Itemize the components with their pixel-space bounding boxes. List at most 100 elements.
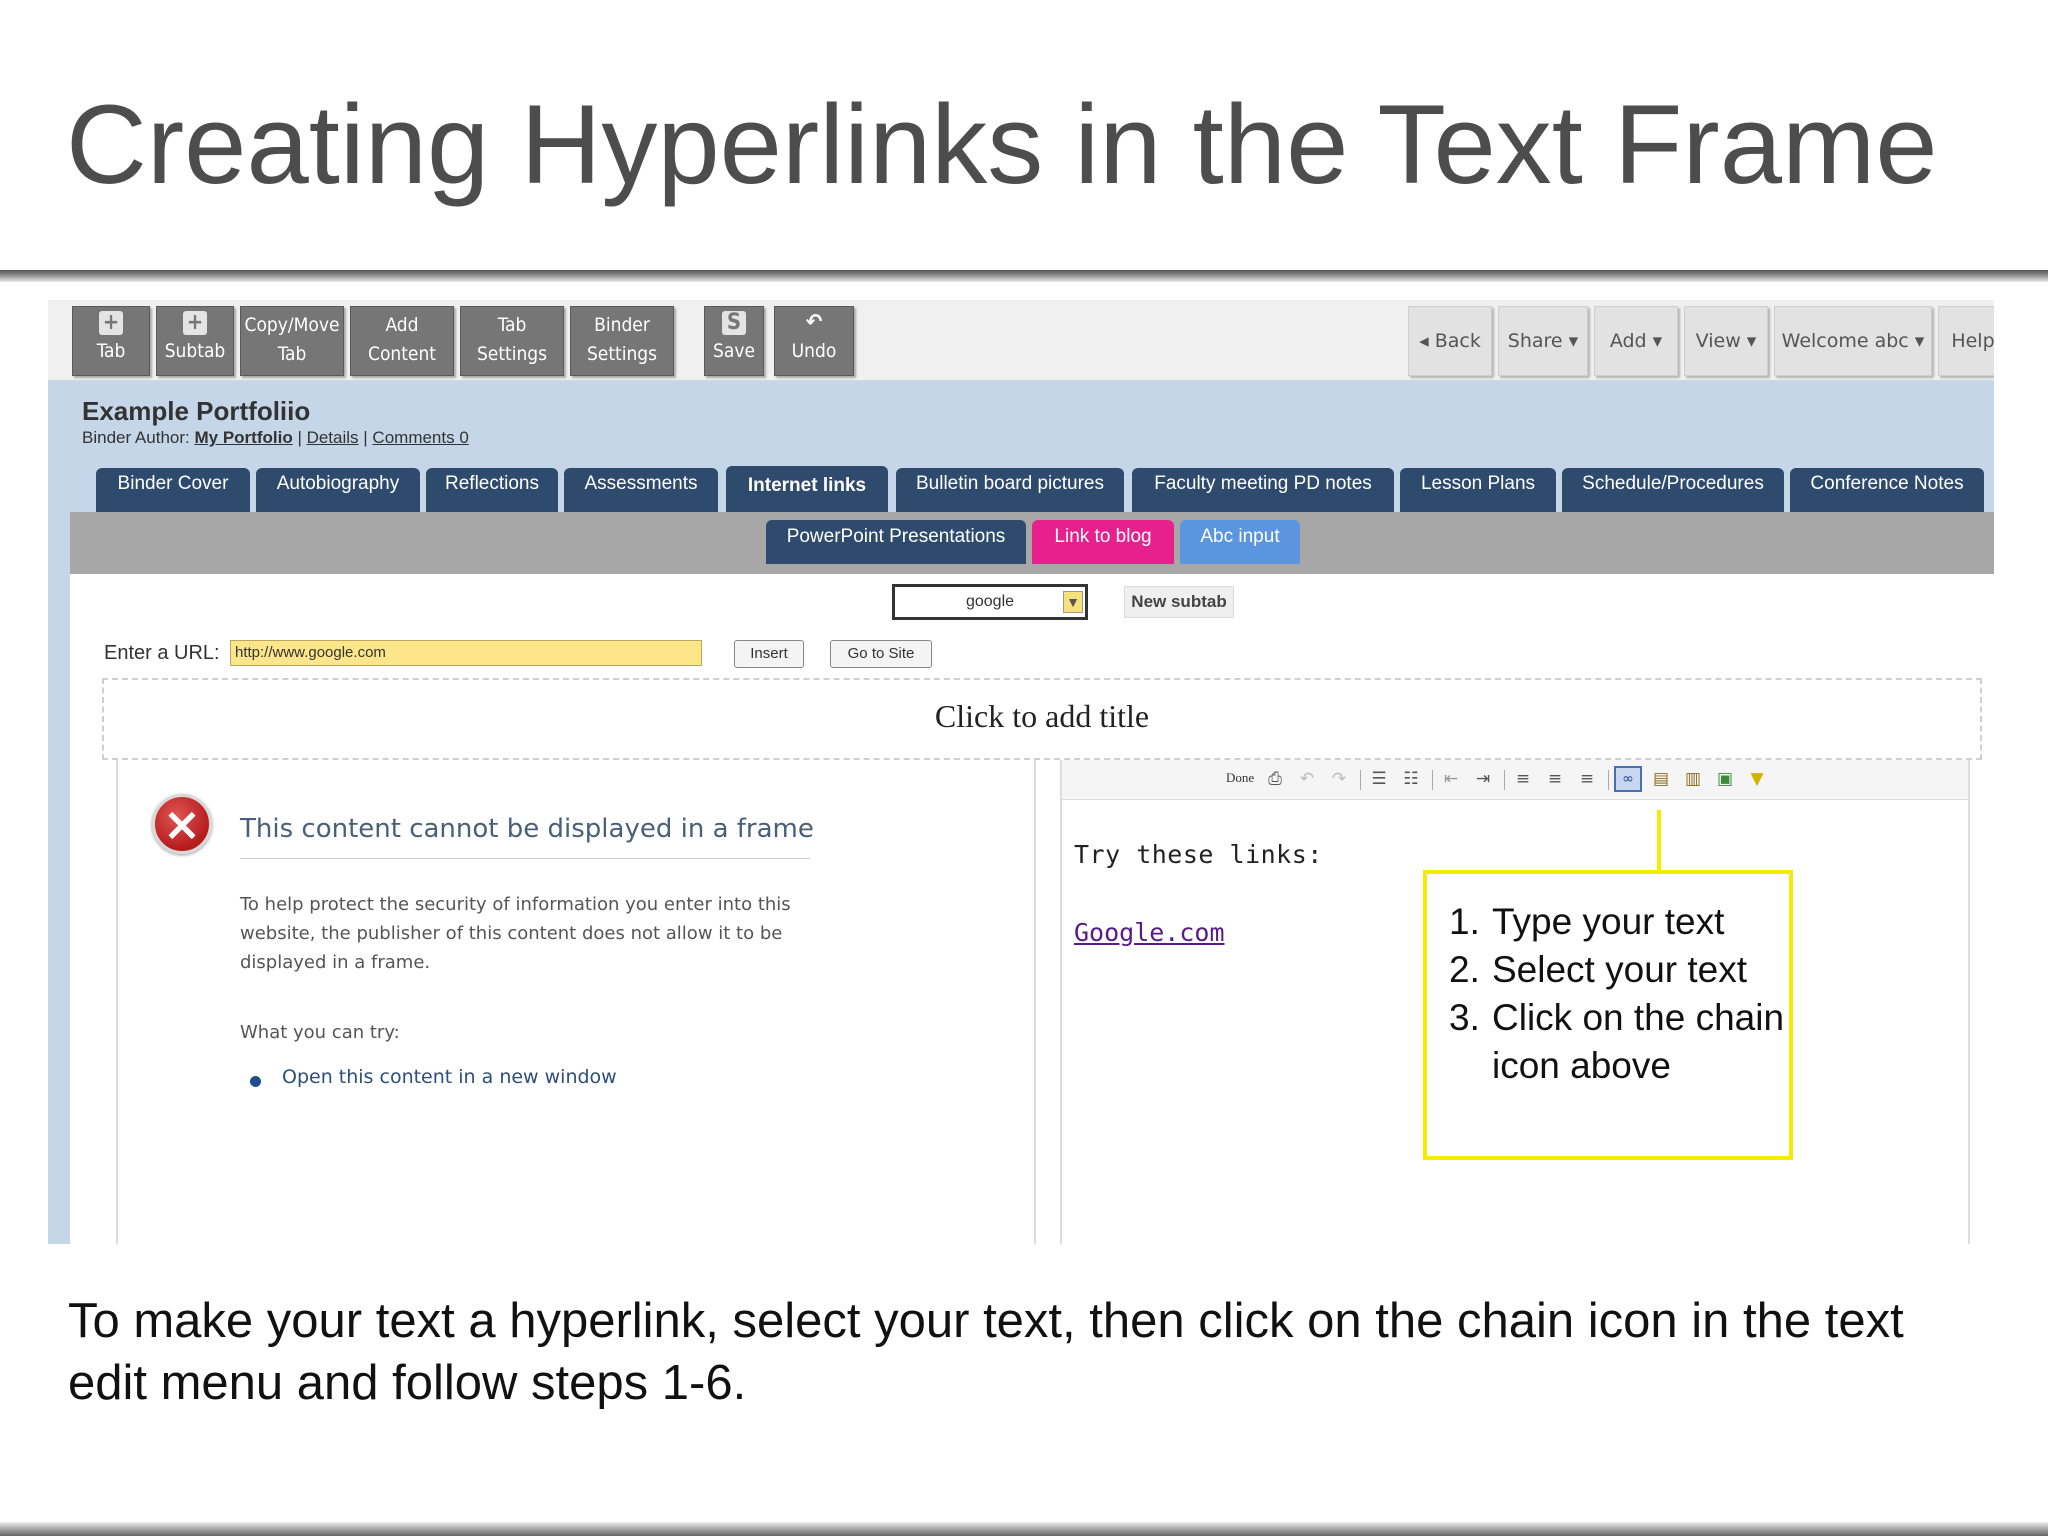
save-icon: S [722,311,746,335]
save-label: Save [713,340,755,362]
go-to-site-button[interactable]: Go to Site [830,640,932,668]
subtab-link-to-blog[interactable]: Link to blog [1032,520,1174,564]
comments-link[interactable]: Comments 0 [372,428,468,447]
tab-faculty-meeting[interactable]: Faculty meeting PD notes [1132,468,1394,512]
dropdown-value: google [965,593,1015,610]
app-toolbar: + Tab + Subtab Copy/Move Tab Add Content… [48,300,1994,382]
error-icon: × [152,794,212,854]
portfolio-title: Example Portfoliio [82,396,311,426]
undo-icon[interactable]: ↶ [1296,768,1318,790]
tab-binder-cover[interactable]: Binder Cover [96,468,250,512]
print-icon[interactable]: ⎙ [1264,768,1286,790]
more-options-icon[interactable]: ▼ [1746,768,1768,790]
outdent-icon[interactable]: ⇤ [1440,768,1462,790]
editor-toolbar: Done ⎙ ↶ ↷ ☰ ☷ ⇤ ⇥ ≡ ≡ ≡ ∞ ▤ ▥ ▣ ▼ [1062,760,1968,800]
steps-list: 1. Type your text 2. Select your text 3. Cl… [1449,898,1789,1090]
view-menu[interactable]: View ▾ [1684,306,1768,376]
title-placeholder: Click to add title [934,698,1150,734]
tab-autobiography[interactable]: Autobiography [256,468,420,512]
add-tab-label: Tab [96,340,126,362]
chain-link-icon[interactable]: ∞ [1614,766,1642,792]
error-try-label: What you can try: [240,1022,400,1043]
numbered-list-icon[interactable]: ☷ [1400,768,1422,790]
paste-icon[interactable]: ▤ [1650,768,1672,790]
url-input[interactable]: http://www.google.com [230,640,702,666]
author-link[interactable]: My Portfolio [194,428,292,447]
error-body: To help protect the security of informat… [240,894,791,973]
plus-icon: + [183,311,207,335]
slide-caption: To make your text a hyperlink, select yo… [68,1294,1904,1410]
toolbar-separator [1608,770,1609,790]
save-button[interactable]: S Save [704,306,764,376]
toolbar-separator [1432,770,1433,790]
back-button[interactable]: ◂ Back [1408,306,1492,376]
tab-lesson-plans[interactable]: Lesson Plans [1400,468,1556,512]
undo-label: Undo [791,340,837,362]
callout-connector [1657,810,1661,872]
title-field[interactable]: Click to add title [102,678,1982,760]
add-menu[interactable]: Add ▾ [1594,306,1678,376]
tab-internet-links[interactable]: Internet links [726,466,888,516]
copy-move-tab-button[interactable]: Copy/Move Tab [240,306,344,376]
share-menu[interactable]: Share ▾ [1498,306,1588,376]
binder-settings-sublabel: Settings [586,343,658,365]
binder-settings-button[interactable]: Binder Settings [570,306,674,376]
instruction-callout: 1. Type your text 2. Select your text 3. Cl… [1423,870,1793,1160]
toolbar-separator [1360,770,1361,790]
undo-icon: ↶ [805,310,823,335]
tab-settings-sublabel: Settings [476,343,548,365]
add-subtab-label: Subtab [164,340,226,362]
copy-move-label: Copy/Move [244,314,340,336]
welcome-menu[interactable]: Welcome abc ▾ [1774,306,1932,376]
tab-reflections[interactable]: Reflections [426,468,558,512]
subtab-dropdown[interactable]: google ▼ [892,584,1088,620]
error-title: This content cannot be displayed in a fr… [240,814,814,844]
add-content-label: Add [385,314,419,336]
add-tab-button[interactable]: + Tab [72,306,150,376]
error-divider [240,858,810,859]
tab-bulletin-board[interactable]: Bulletin board pictures [896,468,1124,512]
help-button[interactable]: Help [1938,306,1994,376]
toolbar-separator [1504,770,1505,790]
align-left-icon[interactable]: ≡ [1512,768,1534,790]
step-text: Type your text [1492,901,1725,942]
copy-move-sublabel: Tab [277,343,307,365]
tab-settings-label: Tab [497,314,527,336]
align-right-icon[interactable]: ≡ [1576,768,1598,790]
add-content-sublabel: Content [368,343,436,365]
url-label: Enter a URL: [104,642,220,664]
add-subtab-button[interactable]: + Subtab [156,306,234,376]
slide-title: Creating Hyperlinks in the Text Frame [66,82,1938,207]
bullet-icon [250,1076,261,1087]
step-text: Click on the chain icon above [1492,997,1785,1086]
align-center-icon[interactable]: ≡ [1544,768,1566,790]
add-content-button[interactable]: Add Content [350,306,454,376]
author-separator: | [297,428,307,447]
step-item: 2. Select your text [1449,949,1748,990]
author-label: Binder Author: [82,428,190,447]
indent-icon[interactable]: ⇥ [1472,768,1494,790]
subtab-powerpoint[interactable]: PowerPoint Presentations [766,520,1026,564]
details-link[interactable]: Details [307,428,359,447]
web-frame: × This content cannot be displayed in a … [116,760,1036,1244]
plus-icon: + [99,311,123,335]
paste-word-icon[interactable]: ▥ [1682,768,1704,790]
editor-heading: Try these links: [1074,840,1323,869]
tab-conference-notes[interactable]: Conference Notes [1790,468,1984,512]
google-link[interactable]: Google.com [1074,918,1225,947]
binder-settings-label: Binder [594,314,650,336]
redo-icon[interactable]: ↷ [1328,768,1350,790]
insert-button[interactable]: Insert [734,640,804,668]
new-subtab-button[interactable]: New subtab [1124,586,1234,618]
undo-button[interactable]: ↶ Undo [774,306,854,376]
tab-schedule-procedures[interactable]: Schedule/Procedures [1562,468,1784,512]
subtab-abc-input[interactable]: Abc input [1180,520,1300,564]
step-item: 1. Type your text [1449,901,1725,942]
chevron-down-icon[interactable]: ▼ [1063,591,1083,613]
tab-settings-button[interactable]: Tab Settings [460,306,564,376]
done-button[interactable]: Done [1226,770,1254,786]
image-icon[interactable]: ▣ [1714,768,1736,790]
tab-assessments[interactable]: Assessments [564,468,718,512]
bullet-list-icon[interactable]: ☰ [1368,768,1390,790]
open-new-window-link[interactable]: Open this content in a new window [282,1066,617,1088]
